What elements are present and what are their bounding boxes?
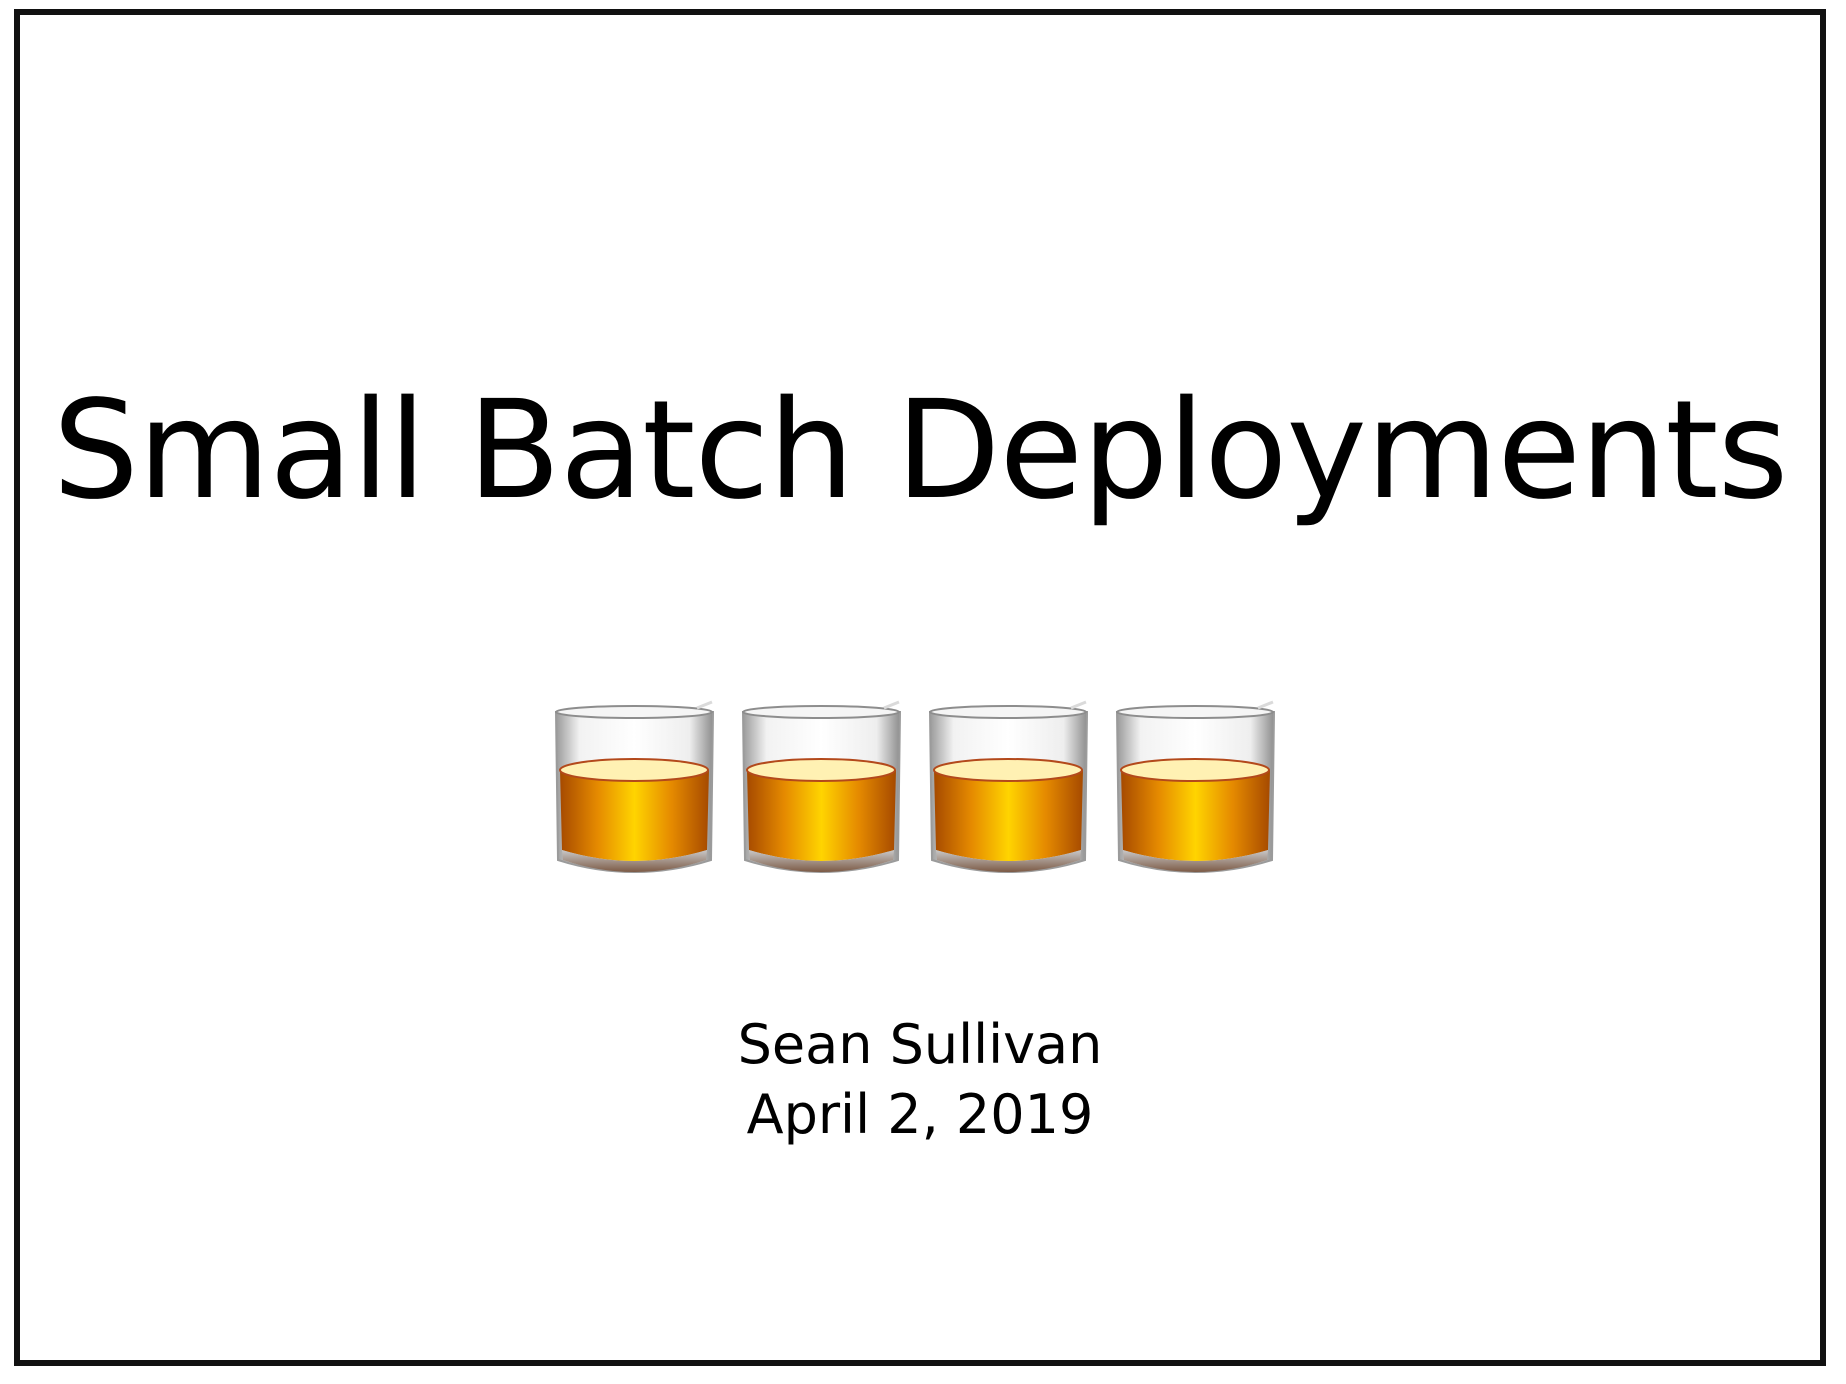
tumbler-glass-icon bbox=[926, 700, 1091, 880]
tumbler-glass-icon bbox=[1113, 700, 1278, 880]
slide-author: Sean Sullivan bbox=[737, 1013, 1103, 1076]
slide-date: April 2, 2019 bbox=[746, 1083, 1094, 1146]
slide: Small Batch Deployments Sean Sullivan Ap… bbox=[14, 9, 1826, 1366]
slide-title: Small Batch Deployments bbox=[52, 372, 1789, 530]
tumbler-glass-icon bbox=[739, 700, 904, 880]
glasses-row bbox=[552, 700, 1284, 880]
tumbler-glass-icon bbox=[552, 700, 717, 880]
